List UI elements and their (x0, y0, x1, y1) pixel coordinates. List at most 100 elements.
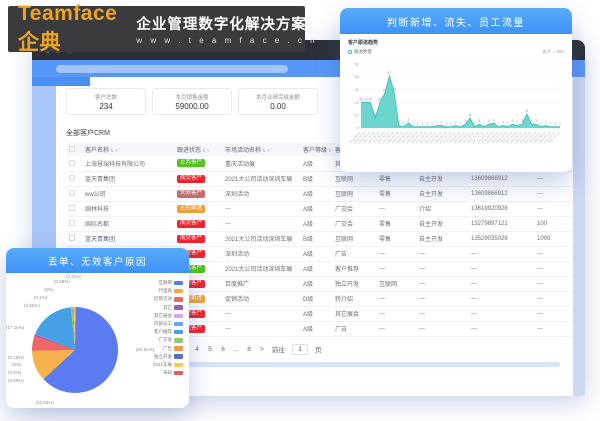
row-checkbox[interactable] (69, 190, 75, 196)
table-row[interactable]: 蓝天青集团成交客户2021大公司活动深圳车展B级互联网零售自主开发1352903… (66, 231, 573, 246)
table-row[interactable]: 国林科技正在跟进---A级广交会---介绍13619920928--- (66, 201, 573, 216)
pie-legend-item[interactable]: 其它展会 (153, 313, 183, 319)
pie-legend-chip-icon (174, 281, 183, 286)
goto-page-input[interactable]: 1 (292, 344, 308, 355)
right-scrollbar-rail[interactable] (573, 77, 585, 396)
pie-legend-label: 互联网 (159, 280, 173, 286)
column-header-label: 市场活动名称 (225, 148, 261, 154)
cell-customer-name: 蓝天青集团 (82, 231, 174, 246)
table-row[interactable]: 国际名都成交客户---A级广交会零售自主开发13279897121100 (66, 216, 573, 231)
pie-chart[interactable] (32, 307, 118, 393)
cell-amount: --- (534, 306, 573, 321)
pie-legend-label: 其它 (163, 305, 172, 311)
cell-phone: --- (468, 291, 534, 306)
pie-legend-chip-icon (174, 371, 183, 376)
svg-text:1: 1 (417, 122, 419, 126)
cell-level: A级 (300, 246, 332, 261)
pie-chart-window: 丢单、无效客户原因 (0.42%)(62.81%)(11.63%)(5.68%)… (6, 248, 189, 408)
pie-legend-item[interactable]: 客户推荐 (153, 329, 183, 335)
row-checkbox[interactable] (69, 160, 75, 166)
pie-legend-chip-icon (174, 297, 183, 302)
pie-legend-item[interactable]: 未知 (153, 370, 183, 376)
pie-legend-item[interactable]: 广告 (153, 346, 183, 352)
pie-legend-item[interactable]: 广交会 (153, 337, 183, 343)
status-badge: 正在跟进 (177, 205, 205, 213)
filter-icon[interactable]: ▽ (115, 148, 118, 153)
active-nav-tab[interactable] (32, 77, 90, 86)
cell-source: 其它展会 (332, 306, 376, 321)
cell-source: 独立开发 (332, 276, 376, 291)
pie-legend-item[interactable]: 其它 (153, 305, 183, 311)
cell-activity: 深圳活动 (222, 246, 300, 261)
svg-text:0: 0 (357, 125, 360, 130)
pie-legend-item[interactable]: 独立开发 (153, 354, 183, 360)
stat-value: 0.00 (270, 102, 286, 111)
sort-icon[interactable]: ⇅ (202, 148, 206, 153)
page-number[interactable]: 5 (207, 346, 213, 353)
filter-icon[interactable]: ▽ (267, 148, 270, 153)
svg-text:30: 30 (355, 87, 360, 92)
next-page-button[interactable]: > (259, 346, 265, 353)
cell-source: 广告 (332, 246, 376, 261)
select-all-checkbox[interactable] (69, 146, 75, 152)
cell-source: 互联网 (332, 171, 376, 186)
trend-legend-label[interactable]: 跟进数量 (354, 49, 372, 55)
cell-amount: --- (534, 171, 573, 186)
page-ellipsis: ... (233, 346, 239, 353)
svg-text:3: 3 (479, 119, 481, 123)
svg-text:28: 28 (392, 87, 396, 91)
svg-text:1: 1 (498, 122, 500, 126)
row-checkbox[interactable] (69, 175, 75, 181)
sort-icon[interactable]: ⇅ (262, 148, 266, 153)
svg-text:3: 3 (521, 119, 523, 123)
pie-slice-label: (11.63%) (36, 400, 54, 405)
cell-activity: --- (222, 201, 300, 216)
stat-label: 本月业绩完成金额 (256, 93, 300, 101)
cell-method: 自主开发 (416, 186, 468, 201)
pie-legend-item[interactable]: 互联网 (153, 280, 183, 286)
pie-legend-label: 内部员工 (154, 321, 172, 327)
pie-legend-item[interactable]: 促销活动 (153, 296, 183, 302)
pie-legend-chip-icon (174, 305, 183, 310)
cell-source: 广告 (332, 321, 376, 336)
cell-level: A级 (300, 306, 332, 321)
cell-level: B级 (300, 231, 332, 246)
pie-legend-item[interactable]: 内部员工 (153, 321, 183, 327)
sort-icon[interactable]: ⇅ (328, 148, 332, 153)
pie-legend-label: 广交会 (159, 337, 173, 343)
cell-industry: 零售 (376, 231, 416, 246)
page-number[interactable]: 4 (194, 346, 200, 353)
cell-method: 自主开发 (416, 216, 468, 231)
pie-slice-label: (0%) (44, 287, 54, 292)
pie-legend-label: 未知 (163, 370, 172, 376)
cell-customer-name: 上海慧瑞科技有限公司 (82, 156, 174, 171)
cell-activity: --- (222, 321, 300, 336)
brand-name: Teamface企典 (18, 2, 117, 56)
brand-tagline: 企业管理数字化解决方案 (136, 13, 317, 34)
cell-source: 转介绍 (332, 291, 376, 306)
pie-legend-item[interactable]: 代理商 (153, 288, 183, 294)
row-checkbox[interactable] (69, 220, 75, 226)
svg-text:1: 1 (483, 122, 485, 126)
sort-icon[interactable]: ⇅ (110, 148, 114, 153)
cell-phone: 13529035028 (468, 231, 534, 246)
pie-legend-chip-icon (174, 322, 183, 327)
svg-text:1: 1 (426, 122, 428, 126)
cell-level: A级 (300, 156, 332, 171)
cell-activity: 重庆活动展 (222, 156, 300, 171)
pie-legend-item[interactable]: 2021车展 (153, 362, 183, 368)
svg-text:3: 3 (535, 119, 537, 123)
row-checkbox[interactable] (69, 205, 75, 211)
table-row[interactable]: 蓝天青集团成交客户2021大公司活动深圳车展B级互联网零售自主开发1360986… (66, 171, 573, 186)
row-checkbox[interactable] (69, 235, 75, 241)
table-row[interactable]: ww公司失效客户深圳活动A级互联网零售自主开发13609866912--- (66, 186, 573, 201)
cell-amount: --- (534, 246, 573, 261)
search-input[interactable] (56, 65, 288, 73)
page-number[interactable]: 8 (246, 346, 252, 353)
cell-source: 互联网 (332, 186, 376, 201)
filter-icon[interactable]: ▽ (207, 148, 210, 153)
cell-industry: --- (376, 246, 416, 261)
page-number[interactable]: 6 (220, 346, 226, 353)
cell-level: A级 (300, 186, 332, 201)
pie-window-title: 丢单、无效客户原因 (6, 248, 189, 273)
